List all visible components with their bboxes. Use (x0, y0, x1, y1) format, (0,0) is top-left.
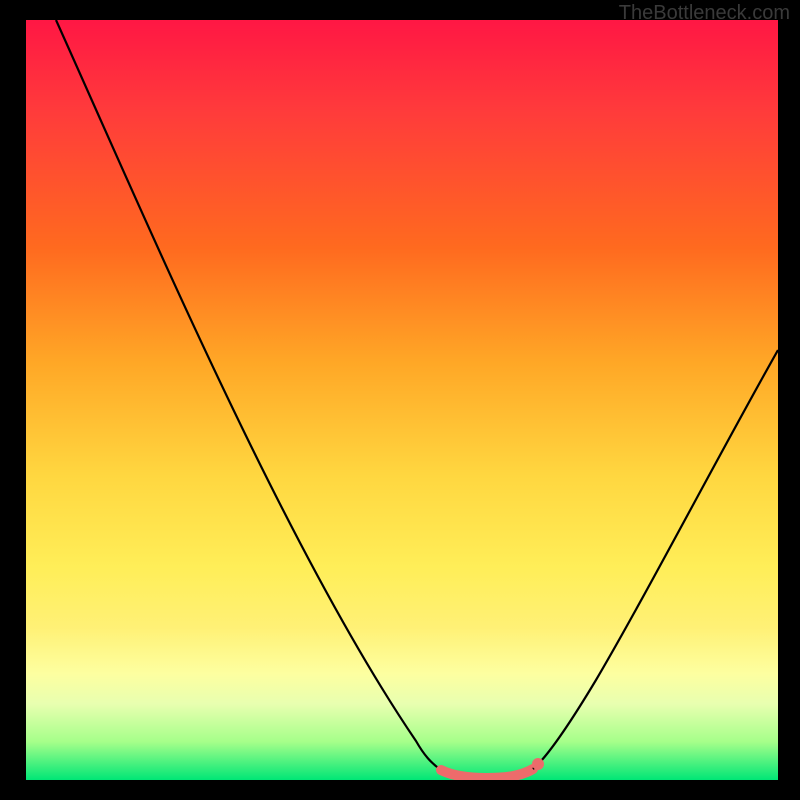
bottleneck-curve (26, 20, 778, 780)
